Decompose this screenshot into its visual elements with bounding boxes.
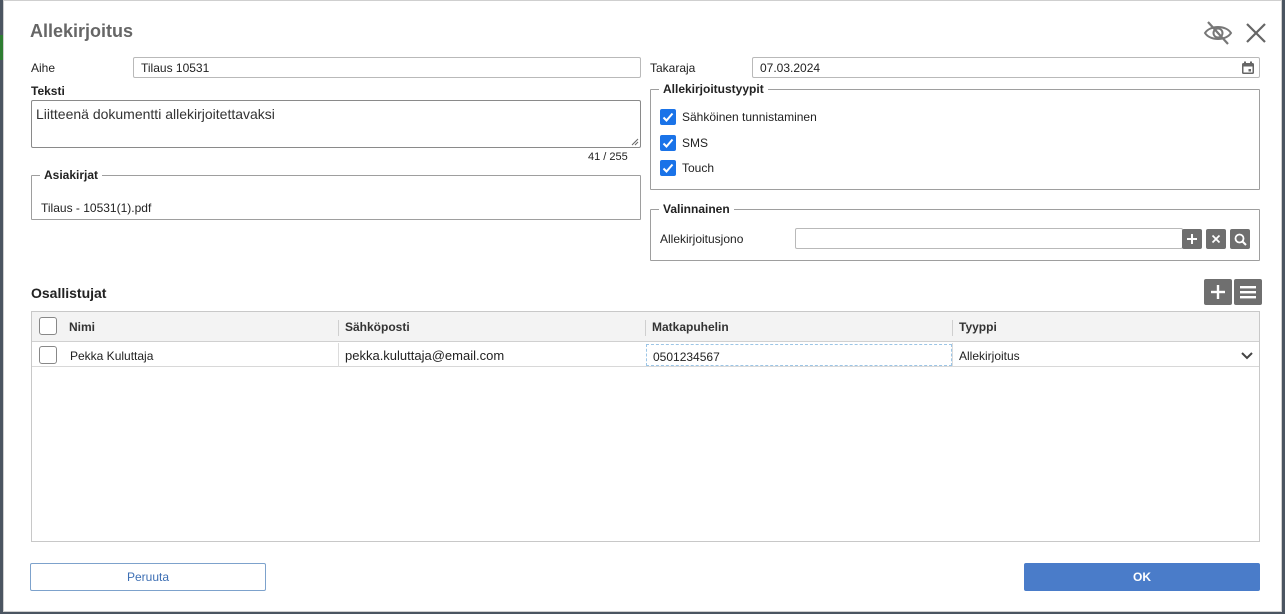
option-sms-label: SMS <box>682 136 709 150</box>
participants-title: Osallistujat <box>31 285 107 301</box>
cell-email[interactable]: pekka.kuluttaja@email.com <box>345 348 504 363</box>
text-area-value: Liitteenä dokumentti allekirjoitettavaks… <box>36 106 275 122</box>
row-checkbox[interactable] <box>39 346 57 364</box>
option-touch-label: Touch <box>682 161 715 175</box>
cell-separator <box>952 343 953 367</box>
resize-grip-icon[interactable] <box>631 138 639 146</box>
subject-input[interactable]: Tilaus 10531 <box>133 57 641 78</box>
menu-icon <box>1240 286 1256 299</box>
queue-label: Allekirjoitusjono <box>660 232 744 246</box>
checkbox-touch[interactable] <box>660 160 676 176</box>
option-sms[interactable]: SMS <box>660 134 708 152</box>
ok-button[interactable]: OK <box>1024 563 1260 591</box>
cell-phone-editor[interactable]: 0501234567 <box>646 344 952 366</box>
participants-grid: Nimi Sähköposti Matkapuhelin Tyyppi Pekk… <box>31 311 1260 542</box>
add-participant-button[interactable] <box>1204 279 1232 305</box>
documents-group: Asiakirjat Tilaus - 10531(1).pdf <box>31 168 641 220</box>
dialog-title: Allekirjoitus <box>30 21 134 41</box>
plus-icon <box>1211 285 1225 299</box>
participants-menu-button[interactable] <box>1234 279 1262 305</box>
checkbox-electronic-id[interactable] <box>660 109 676 125</box>
signature-types-legend: Allekirjoitustyypit <box>663 82 764 96</box>
option-electronic-id[interactable]: Sähköinen tunnistaminen <box>660 108 817 126</box>
chevron-down-icon[interactable] <box>1240 349 1254 361</box>
column-header-name[interactable]: Nimi <box>69 320 95 334</box>
documents-legend: Asiakirjat <box>44 168 99 182</box>
column-separator <box>645 320 646 336</box>
queue-input[interactable] <box>795 228 1183 249</box>
search-icon <box>1234 233 1247 246</box>
checkbox-sms[interactable] <box>660 135 676 151</box>
clear-icon <box>1211 234 1221 244</box>
column-separator <box>952 320 953 336</box>
column-separator <box>338 320 339 336</box>
check-icon <box>662 163 674 173</box>
option-electronic-id-label: Sähköinen tunnistaminen <box>682 110 817 124</box>
cell-type[interactable]: Allekirjoitus <box>959 349 1020 363</box>
table-row[interactable]: Pekka Kuluttaja pekka.kuluttaja@email.co… <box>32 343 1259 367</box>
signature-types-group: Allekirjoitustyypit <box>650 82 1260 190</box>
close-icon[interactable] <box>1244 21 1268 45</box>
calendar-icon[interactable] <box>1237 58 1259 77</box>
text-area[interactable]: Liitteenä dokumentti allekirjoitettavaks… <box>31 100 641 148</box>
text-label: Teksti <box>31 84 65 98</box>
queue-search-button[interactable] <box>1230 229 1250 249</box>
cell-separator <box>338 343 339 367</box>
column-header-phone[interactable]: Matkapuhelin <box>652 320 729 334</box>
plus-icon <box>1187 234 1197 244</box>
text-counter: 41 / 255 <box>588 151 628 163</box>
cancel-button[interactable]: Peruuta <box>30 563 266 591</box>
deadline-input[interactable]: 07.03.2024 <box>752 57 1260 78</box>
select-all-checkbox[interactable] <box>39 317 57 335</box>
subject-label: Aihe <box>31 61 56 75</box>
queue-clear-button[interactable] <box>1206 229 1226 249</box>
signature-dialog: Allekirjoitus Aihe Tilaus 10531 Takaraja… <box>3 0 1282 612</box>
check-icon <box>662 138 674 148</box>
option-touch[interactable]: Touch <box>660 159 714 177</box>
queue-add-button[interactable] <box>1182 229 1202 249</box>
document-link[interactable]: Tilaus - 10531(1).pdf <box>41 201 151 215</box>
column-header-email[interactable]: Sähköposti <box>345 320 410 334</box>
optional-legend: Valinnainen <box>663 202 730 216</box>
eye-off-icon[interactable] <box>1202 19 1234 47</box>
deadline-label: Takaraja <box>650 61 696 75</box>
check-icon <box>662 112 674 122</box>
cell-name[interactable]: Pekka Kuluttaja <box>70 349 153 363</box>
column-header-type[interactable]: Tyyppi <box>959 320 997 334</box>
grid-header: Nimi Sähköposti Matkapuhelin Tyyppi <box>32 312 1259 342</box>
